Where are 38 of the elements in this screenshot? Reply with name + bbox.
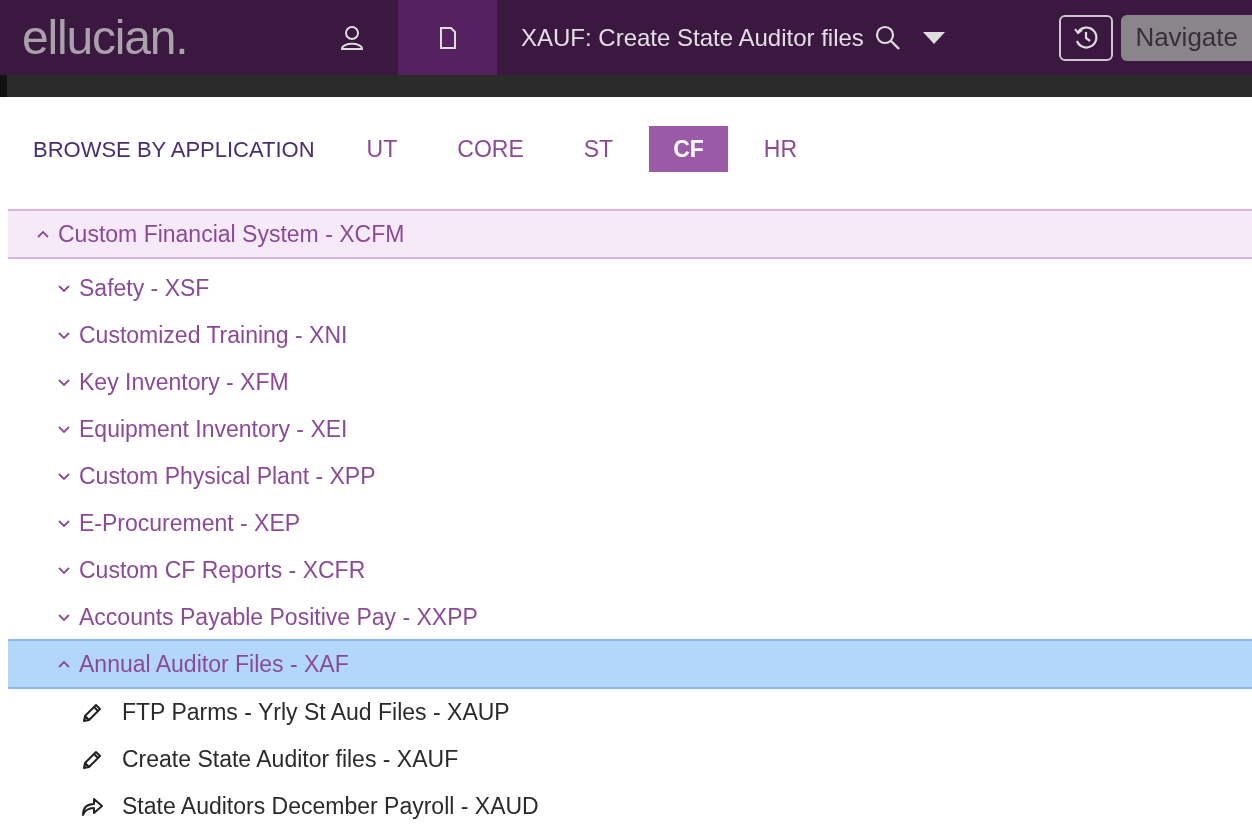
- tree-node-label: Annual Auditor Files - XAF: [79, 649, 349, 679]
- tree-node-label: Accounts Payable Positive Pay - XXPP: [79, 602, 478, 632]
- application-tab[interactable]: UT: [342, 126, 422, 172]
- tree-leaf-link[interactable]: Create State Auditor files - XAUF: [122, 742, 459, 777]
- tree-node[interactable]: Accounts Payable Positive Pay - XXPP: [8, 592, 1252, 642]
- tree-node[interactable]: E-Procurement - XEP: [8, 498, 1252, 548]
- tree-node-label: Safety - XSF: [79, 273, 210, 303]
- tree-node-label: Equipment Inventory - XEI: [79, 414, 348, 444]
- tree-node-label: Custom Physical Plant - XPP: [79, 461, 376, 491]
- tree-node[interactable]: Safety - XSF: [8, 263, 1252, 313]
- browse-label: BROWSE BY APPLICATION: [33, 135, 315, 164]
- user-icon: [338, 23, 366, 52]
- tree-node-label: Custom CF Reports - XCFR: [79, 555, 366, 585]
- tree-node[interactable]: Customized Training - XNI: [8, 310, 1252, 360]
- search-icon[interactable]: [873, 23, 902, 52]
- history-button[interactable]: [1059, 14, 1114, 61]
- application-tab[interactable]: CF: [649, 126, 728, 172]
- dropdown-icon[interactable]: [921, 30, 946, 45]
- tree-node-label: Key Inventory - XFM: [79, 367, 289, 397]
- application-tab[interactable]: HR: [739, 126, 822, 172]
- document-icon: [437, 25, 458, 50]
- share-arrow-icon: [80, 795, 104, 818]
- tree-node[interactable]: Equipment Inventory - XEI: [8, 404, 1252, 454]
- tree-node[interactable]: Annual Auditor Files - XAF: [8, 639, 1252, 689]
- logo: ellucian.: [22, 9, 189, 66]
- tree-leaf-link[interactable]: State Auditors December Payroll - XAUD: [122, 789, 539, 824]
- tree-node[interactable]: Custom Financial System - XCFM: [8, 209, 1252, 259]
- application-tab[interactable]: ST: [559, 126, 638, 172]
- page-title: XAUF: Create State Auditor files: [521, 22, 864, 53]
- application-tab[interactable]: CORE: [433, 126, 548, 172]
- tree-node-label: Custom Financial System - XCFM: [58, 219, 405, 249]
- tree-node-label: Customized Training - XNI: [79, 320, 348, 350]
- tree-node[interactable]: Custom CF Reports - XCFR: [8, 545, 1252, 595]
- tree-leaf-link[interactable]: FTP Parms - Yrly St Aud Files - XAUP: [122, 695, 510, 730]
- tree-node[interactable]: Custom Physical Plant - XPP: [8, 451, 1252, 501]
- navigate-button[interactable]: Navigate: [1121, 14, 1252, 61]
- tree-node[interactable]: Key Inventory - XFM: [8, 357, 1252, 407]
- tree-node-label: E-Procurement - XEP: [79, 508, 301, 538]
